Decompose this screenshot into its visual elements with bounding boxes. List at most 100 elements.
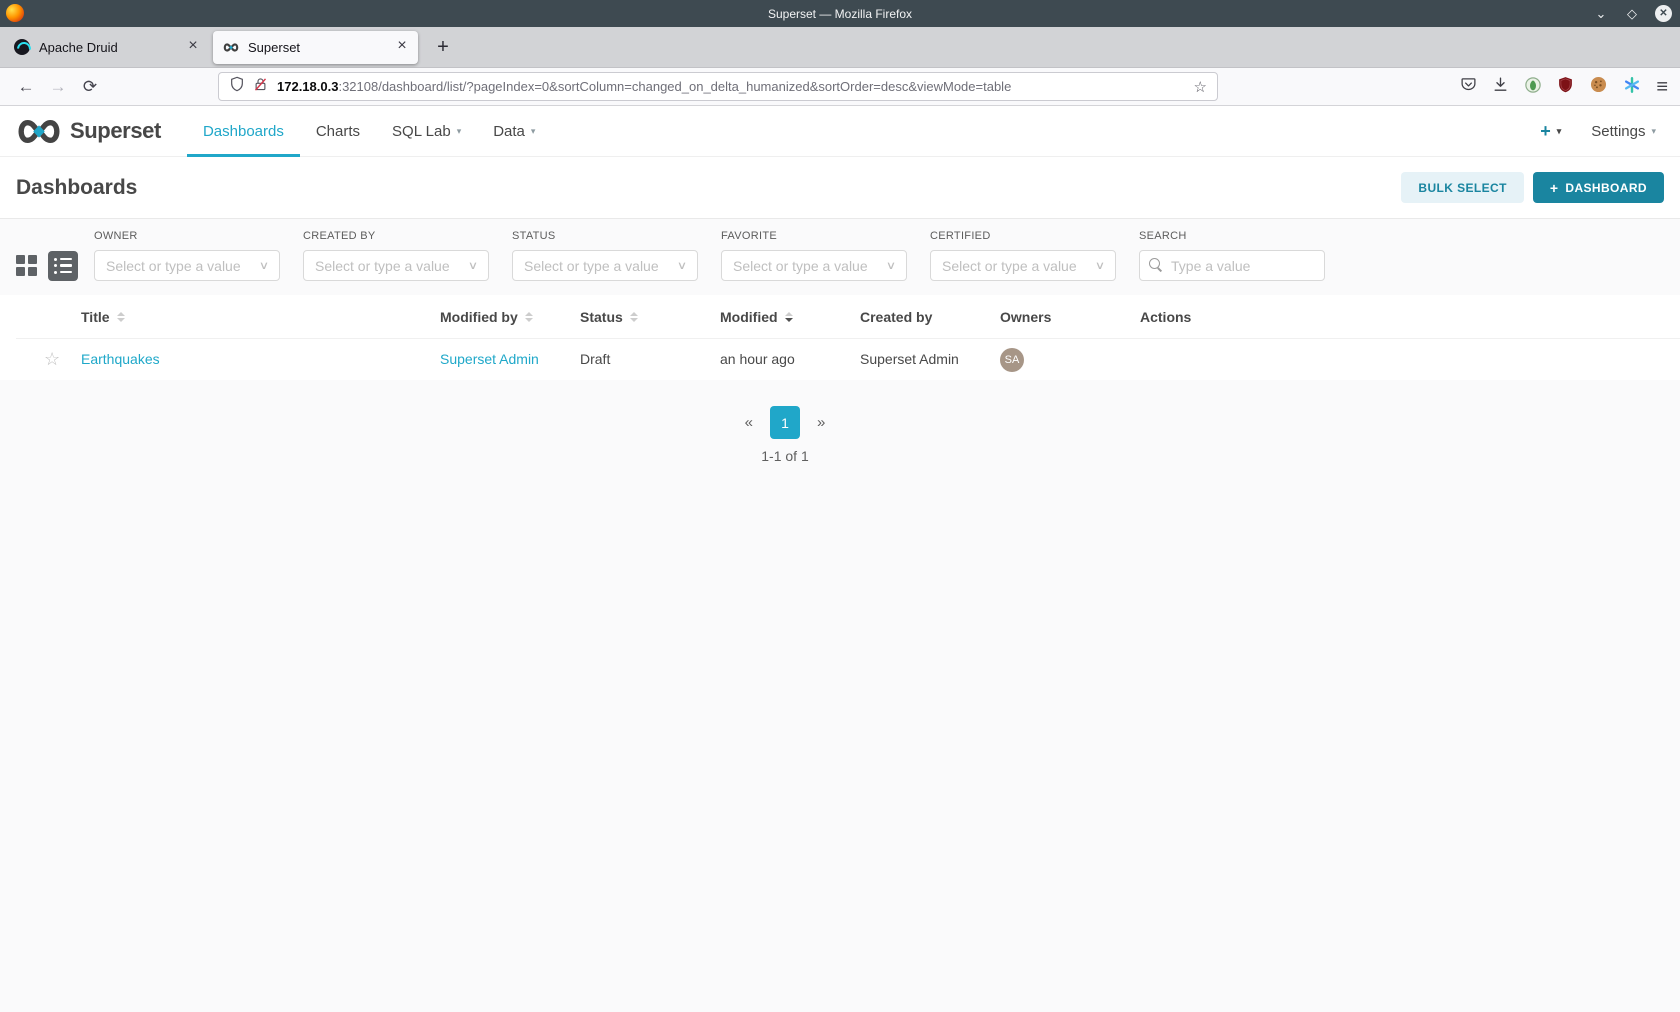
filter-certified: CERTIFIED Select or type a value ∨	[930, 230, 1116, 281]
view-mode-toggles	[16, 250, 78, 281]
sort-desc-icon	[784, 311, 793, 322]
settings-menu-button[interactable]: Settings ▾	[1591, 123, 1656, 140]
column-header-modified[interactable]: Modified	[720, 309, 860, 325]
dashboard-title-link[interactable]: Earthquakes	[81, 351, 160, 367]
filter-label: CERTIFIED	[930, 230, 991, 242]
column-header-created-by: Created by	[860, 308, 933, 325]
status-value: Draft	[580, 350, 611, 367]
caret-down-icon: ▾	[456, 125, 462, 136]
menu-hamburger-icon[interactable]: ≡	[1656, 77, 1668, 97]
tab-close-icon[interactable]: ×	[392, 37, 412, 57]
status-select[interactable]: Select or type a value ∨	[512, 250, 698, 281]
column-header-modified-by[interactable]: Modified by	[440, 309, 580, 325]
caret-down-icon: ▾	[530, 125, 536, 136]
caret-down-icon: ▾	[1556, 125, 1562, 136]
certified-select[interactable]: Select or type a value ∨	[930, 250, 1116, 281]
ublock-origin-extension-icon[interactable]	[1557, 76, 1574, 98]
url-host: 172.18.0.3	[277, 79, 339, 94]
navbar-right: + ▾ Settings ▾	[1540, 121, 1664, 142]
modified-value: an hour ago	[720, 350, 795, 367]
new-dashboard-button[interactable]: + DASHBOARD	[1532, 172, 1664, 203]
next-page-button[interactable]: »	[817, 414, 825, 431]
superset-favicon-icon	[223, 39, 239, 55]
superset-logo[interactable]: Superset	[16, 118, 161, 145]
column-header-status[interactable]: Status	[580, 309, 720, 325]
reload-button[interactable]: ⟳	[74, 77, 106, 97]
modified-by-link[interactable]: Superset Admin	[440, 351, 539, 367]
superset-infinity-icon	[18, 119, 60, 143]
column-header-owners: Owners	[1000, 308, 1052, 325]
table-row: ☆ Earthquakes Superset Admin Draft an ho…	[16, 338, 1680, 380]
nav-item-charts[interactable]: Charts	[300, 106, 376, 157]
window-controls: ⌄ ◇ ✕	[1593, 0, 1672, 27]
tab-superset[interactable]: Superset ×	[213, 30, 418, 64]
filter-label: SEARCH	[1139, 230, 1187, 242]
shield-icon[interactable]	[229, 76, 245, 97]
sort-icon	[629, 311, 638, 322]
nav-item-sql-lab[interactable]: SQL Lab ▾	[376, 106, 477, 157]
filter-favorite: FAVORITE Select or type a value ∨	[721, 230, 907, 281]
column-header-title[interactable]: Title	[81, 309, 440, 325]
page-title: Dashboards	[16, 175, 138, 199]
chevron-down-icon: ∨	[1094, 260, 1106, 272]
previous-page-button[interactable]: «	[745, 414, 753, 431]
page-header-actions: BULK SELECT + DASHBOARD	[1401, 172, 1664, 203]
tab-label: Superset	[248, 39, 301, 55]
browser-tab-bar: Apache Druid × Superset × +	[0, 27, 1680, 68]
filter-search: SEARCH	[1139, 230, 1325, 281]
sort-icon	[524, 311, 533, 322]
nav-item-data[interactable]: Data ▾	[477, 106, 551, 157]
maximize-button[interactable]: ◇	[1624, 6, 1640, 22]
main-nav: Dashboards Charts SQL Lab ▾ Data ▾	[186, 106, 551, 157]
cookie-extension-icon[interactable]	[1589, 75, 1608, 99]
plus-icon: +	[1549, 179, 1559, 196]
minimize-button[interactable]: ⌄	[1593, 6, 1609, 22]
created-by-select[interactable]: Select or type a value ∨	[303, 250, 489, 281]
lock-insecure-icon[interactable]	[253, 77, 268, 97]
owner-avatar[interactable]: SA	[1000, 347, 1024, 372]
window-titlebar: Superset — Mozilla Firefox ⌄ ◇ ✕	[0, 0, 1680, 27]
window-title: Superset — Mozilla Firefox	[767, 6, 913, 21]
owner-select[interactable]: Select or type a value ∨	[94, 250, 280, 281]
tab-close-icon[interactable]: ×	[183, 37, 203, 57]
url-bar[interactable]: 172.18.0.3:32108/dashboard/list/?pageInd…	[218, 72, 1218, 101]
druid-favicon-icon	[14, 39, 30, 55]
bulk-select-button[interactable]: BULK SELECT	[1401, 172, 1524, 203]
caret-down-icon: ▾	[1651, 125, 1656, 136]
back-button[interactable]: ←	[10, 77, 42, 97]
close-button[interactable]: ✕	[1655, 5, 1672, 22]
new-tab-button[interactable]: +	[430, 36, 456, 59]
list-view-icon[interactable]	[48, 250, 78, 281]
filter-label: STATUS	[512, 230, 556, 242]
privacy-badger-extension-icon[interactable]	[1524, 76, 1542, 99]
url-text[interactable]: 172.18.0.3:32108/dashboard/list/?pageInd…	[277, 79, 1186, 94]
page-1-button[interactable]: 1	[770, 406, 800, 439]
brand-name: Superset	[70, 118, 161, 143]
forward-button[interactable]: →	[42, 77, 74, 97]
nav-item-dashboards[interactable]: Dashboards	[186, 106, 300, 157]
chevron-down-icon: ∨	[258, 260, 270, 272]
screen: Superset — Mozilla Firefox ⌄ ◇ ✕ Apache …	[0, 0, 1680, 1012]
new-item-menu-button[interactable]: + ▾	[1540, 121, 1561, 142]
favorite-star-icon[interactable]: ☆	[44, 349, 60, 369]
column-header-actions: Actions	[1140, 308, 1192, 325]
content-area: OWNER Select or type a value ∨ CREATED BY…	[0, 219, 1680, 464]
tab-label: Apache Druid	[39, 39, 118, 55]
toolbar-extensions: ≡	[1460, 68, 1668, 106]
dashboards-table: Title Modified by Status Modified Create…	[0, 295, 1680, 380]
pagination: « 1 »	[0, 406, 1570, 439]
search-input[interactable]	[1139, 250, 1325, 281]
card-view-icon[interactable]	[16, 255, 37, 276]
superset-navbar: Superset Dashboards Charts SQL Lab ▾ Data…	[0, 106, 1680, 157]
pocket-icon[interactable]	[1460, 76, 1477, 98]
filter-label: OWNER	[94, 230, 138, 242]
asterisk-extension-icon[interactable]	[1623, 76, 1641, 99]
filter-owner: OWNER Select or type a value ∨	[94, 230, 280, 281]
bookmark-star-icon[interactable]: ☆	[1194, 78, 1207, 96]
tab-apache-druid[interactable]: Apache Druid ×	[4, 31, 209, 64]
download-icon[interactable]	[1492, 76, 1509, 98]
chevron-down-icon: ∨	[467, 260, 479, 272]
sort-icon	[116, 311, 125, 322]
favorite-select[interactable]: Select or type a value ∨	[721, 250, 907, 281]
filter-bar: OWNER Select or type a value ∨ CREATED BY…	[0, 230, 1680, 281]
